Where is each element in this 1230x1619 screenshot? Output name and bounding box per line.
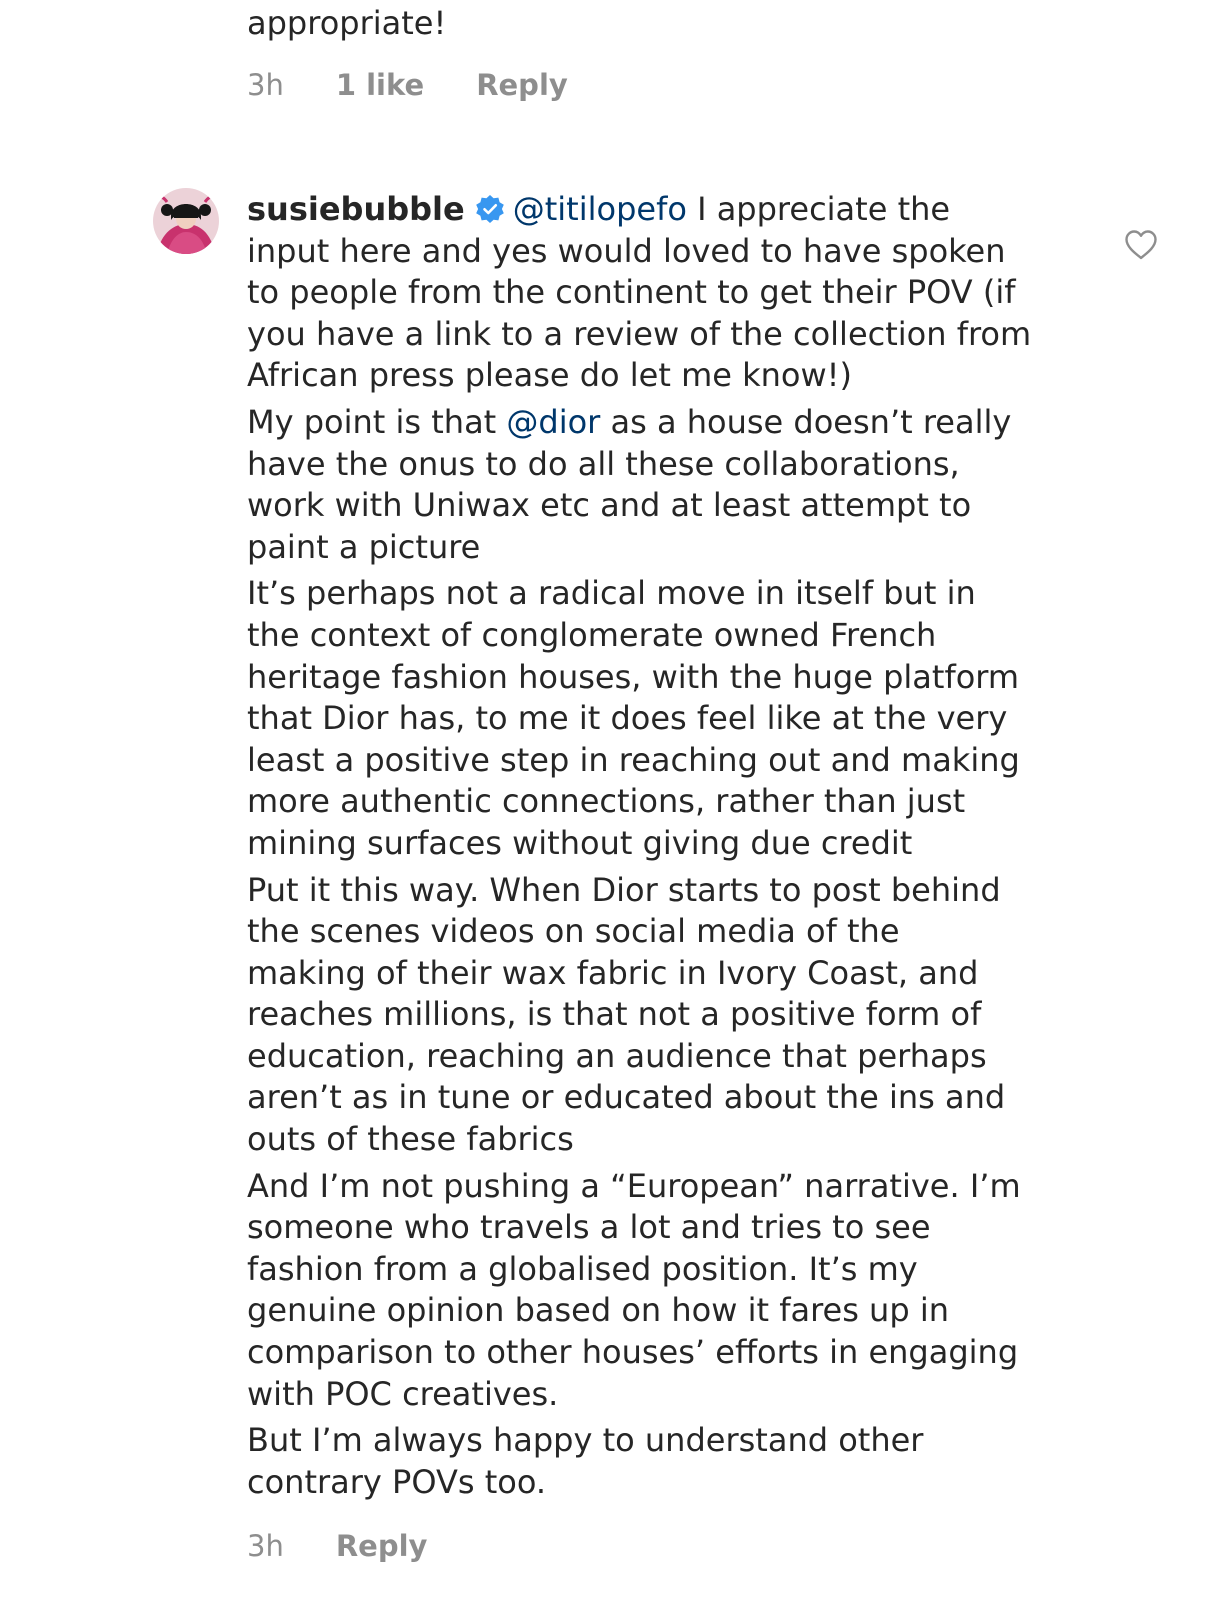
- comment-paragraph: It’s perhaps not a radical move in itsel…: [247, 574, 1020, 862]
- mention-link[interactable]: @titilopefo: [513, 190, 687, 228]
- comment: susiebubble @titilopefo I appreciate the …: [247, 189, 1077, 1563]
- avatar[interactable]: [153, 188, 219, 254]
- like-count-button[interactable]: 1 like: [336, 68, 424, 102]
- reply-button[interactable]: Reply: [476, 68, 568, 102]
- comment-paragraph: susiebubble @titilopefo I appreciate the …: [247, 189, 1077, 397]
- username-link[interactable]: susiebubble: [247, 190, 465, 228]
- comment-timestamp: 3h: [247, 1529, 284, 1563]
- comment-paragraph: And I’m not pushing a “European” narrati…: [247, 1166, 1021, 1413]
- comment-paragraph: My point is that @dior as a house doesn’…: [247, 402, 1077, 568]
- verified-badge-icon: [475, 195, 504, 223]
- mention-link[interactable]: @dior: [506, 403, 600, 441]
- avatar-photo: [153, 188, 219, 254]
- previous-comment-text: appropriate!: [247, 4, 447, 42]
- comment-timestamp: 3h: [247, 68, 284, 102]
- comment-text: My point is that: [247, 402, 507, 441]
- comment-paragraph: But I’m always happy to understand other…: [247, 1421, 924, 1501]
- comment-paragraph: Put it this way. When Dior starts to pos…: [247, 870, 1006, 1159]
- previous-comment-meta: 3h 1 like Reply: [247, 68, 568, 102]
- heart-outline-icon[interactable]: [1123, 227, 1159, 263]
- comment-meta: 3h Reply: [247, 1529, 427, 1563]
- reply-button[interactable]: Reply: [336, 1529, 428, 1563]
